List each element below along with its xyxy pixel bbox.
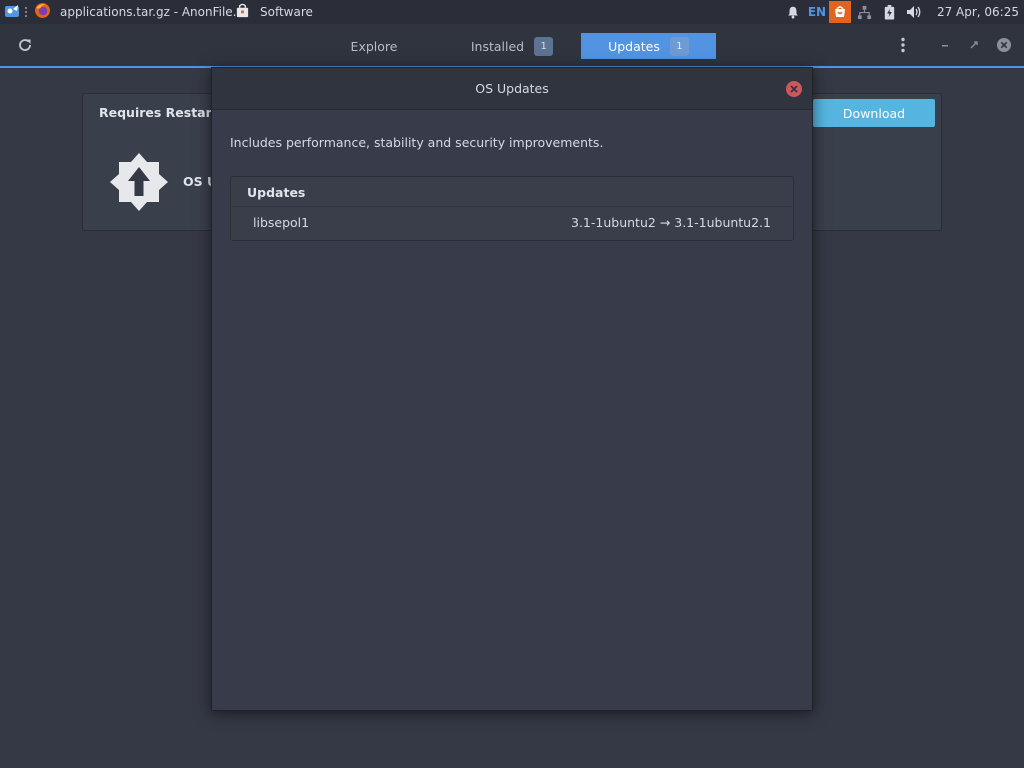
dialog-titlebar: OS Updates [212,68,812,110]
menu-button[interactable] [890,33,916,59]
whisker-menu-button[interactable] [4,0,20,24]
more-vertical-icon [900,37,906,56]
updates-count-badge: 1 [669,36,689,56]
system-upgrade-icon[interactable] [109,152,169,215]
app-name: Software [260,5,313,19]
tab-explore[interactable]: Explore [340,33,408,59]
package-version-change: 3.1-1ubuntu2 → 3.1-1ubuntu2.1 [571,215,771,230]
window-title: applications.tar.gz - AnonFile... [60,5,245,19]
window-close-button[interactable] [994,36,1014,56]
maximize-icon [969,39,979,53]
software-updater-icon[interactable] [828,1,851,23]
card-header: Requires Restart [99,105,218,120]
tab-installed[interactable]: Installed 1 [462,33,562,59]
minimize-icon [940,39,950,53]
tab-installed-label: Installed [470,38,525,54]
package-name: libsepol1 [253,215,310,230]
close-icon [996,37,1012,56]
refresh-button[interactable] [11,33,39,59]
updates-section-title: Updates [247,185,306,200]
firefox-icon [34,2,51,22]
os-updates-dialog: OS Updates Includes performance, stabili… [211,67,813,711]
minimize-button[interactable] [935,36,955,56]
installed-count-badge: 1 [534,36,554,56]
taskbar-item-firefox[interactable]: applications.tar.gz - AnonFile... [34,0,244,24]
header-bar: Explore Installed 1 Updates 1 [0,24,1024,68]
notification-bell-icon[interactable] [785,0,801,24]
close-icon [790,82,798,96]
updates-list: Updates libsepol1 3.1-1ubuntu2 → 3.1-1ub… [230,176,794,241]
tab-updates-label: Updates [608,38,660,54]
battery-icon[interactable] [883,0,897,24]
top-panel: applications.tar.gz - AnonFile... Softwa… [0,0,1024,24]
refresh-icon [17,37,33,56]
taskbar-item-software[interactable]: Software [235,0,313,24]
dialog-close-button[interactable] [786,81,802,97]
download-button[interactable]: Download [813,99,935,127]
keyboard-layout[interactable]: EN [807,0,827,24]
network-icon[interactable] [855,0,875,24]
tab-explore-label: Explore [350,38,398,54]
maximize-button[interactable] [964,36,984,56]
dialog-description: Includes performance, stability and secu… [230,135,604,150]
list-item[interactable]: libsepol1 3.1-1ubuntu2 → 3.1-1ubuntu2.1 [231,207,793,240]
clock[interactable]: 27 Apr, 06:25 [937,5,1019,19]
panel-separator [25,7,28,17]
xfce-mouse-icon [4,3,20,22]
tab-updates[interactable]: Updates 1 [581,33,716,59]
software-bag-icon [235,3,250,21]
dialog-title: OS Updates [475,81,549,96]
volume-icon[interactable] [905,0,923,24]
